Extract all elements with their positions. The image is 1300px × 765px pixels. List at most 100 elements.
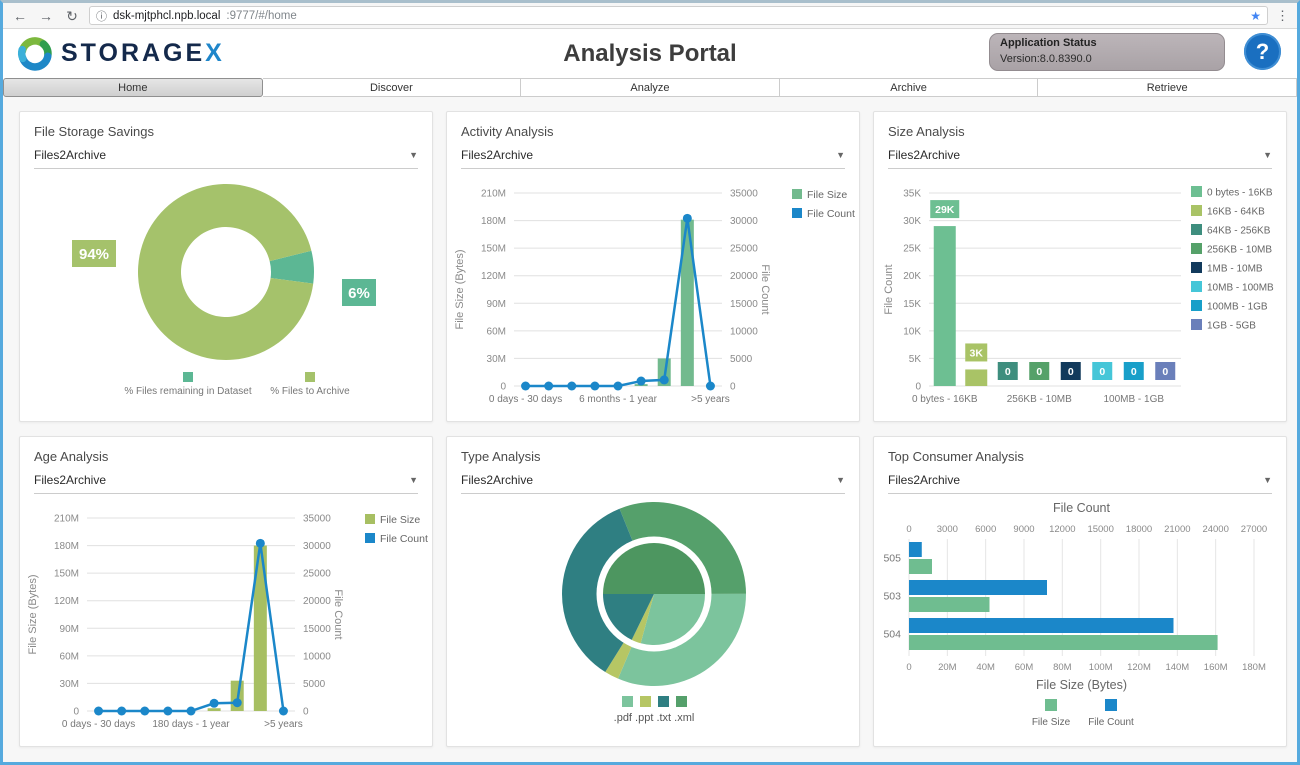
- size-analysis-chart: 05K10K15K20K25K30K35KFile Count29K3K0000…: [874, 169, 1286, 414]
- svg-text:256KB - 10MB: 256KB - 10MB: [1007, 394, 1072, 405]
- svg-text:0: 0: [1005, 366, 1011, 378]
- svg-text:30000: 30000: [730, 216, 758, 227]
- svg-text:File Size (Bytes): File Size (Bytes): [454, 249, 466, 329]
- dataset-dropdown[interactable]: Files2Archive ▼: [888, 148, 1272, 169]
- svg-text:6000: 6000: [975, 524, 996, 535]
- svg-text:80M: 80M: [1053, 662, 1072, 673]
- svg-text:10MB - 100MB: 10MB - 100MB: [1207, 283, 1274, 294]
- svg-text:10000: 10000: [730, 326, 758, 337]
- svg-text:9000: 9000: [1013, 524, 1034, 535]
- help-button[interactable]: ?: [1244, 33, 1281, 70]
- svg-text:0: 0: [1068, 366, 1074, 378]
- tab-archive[interactable]: Archive: [780, 78, 1039, 97]
- url-path: :9777/#/home: [226, 10, 296, 22]
- dataset-dropdown[interactable]: Files2Archive ▼: [461, 148, 845, 169]
- svg-text:150M: 150M: [54, 569, 79, 580]
- svg-text:File Count: File Count: [807, 208, 855, 220]
- browser-toolbar: ← → ↻ ⓘ dsk-mjtphcl.npb.local :9777/#/ho…: [3, 3, 1297, 29]
- svg-text:File Size (Bytes): File Size (Bytes): [1036, 678, 1127, 692]
- svg-text:File Size (Bytes): File Size (Bytes): [27, 574, 39, 654]
- svg-text:210M: 210M: [481, 189, 506, 200]
- svg-text:0 bytes - 16KB: 0 bytes - 16KB: [912, 394, 978, 405]
- svg-text:35K: 35K: [903, 189, 921, 200]
- svg-text:120M: 120M: [1127, 662, 1151, 673]
- svg-text:30M: 30M: [487, 354, 506, 365]
- svg-text:20000: 20000: [730, 271, 758, 282]
- logo-wordmark: STORAGEX: [61, 39, 225, 68]
- back-icon[interactable]: ←: [11, 9, 29, 23]
- svg-text:File Count: File Count: [380, 533, 428, 545]
- svg-text:30K: 30K: [903, 216, 921, 227]
- refresh-icon[interactable]: ↻: [63, 9, 81, 23]
- panel-type-analysis: Type Analysis Files2Archive ▼ .pdf .ppt …: [446, 436, 860, 747]
- type-analysis-chart: .pdf .ppt .txt .xml: [447, 494, 859, 739]
- svg-text:% Files remaining in Dataset: % Files remaining in Dataset: [124, 386, 251, 397]
- svg-text:5K: 5K: [909, 354, 922, 365]
- svg-text:25000: 25000: [730, 244, 758, 255]
- svg-text:180M: 180M: [54, 541, 79, 552]
- svg-text:3000: 3000: [937, 524, 958, 535]
- svg-text:0: 0: [73, 707, 79, 718]
- svg-text:5000: 5000: [730, 354, 753, 365]
- svg-text:180 days - 1 year: 180 days - 1 year: [152, 719, 230, 730]
- svg-text:File Count: File Count: [1088, 717, 1134, 728]
- svg-text:15000: 15000: [1087, 524, 1113, 535]
- svg-text:0: 0: [906, 662, 911, 673]
- svg-text:>5 years: >5 years: [264, 719, 303, 730]
- svg-text:100MB - 1GB: 100MB - 1GB: [1103, 394, 1164, 405]
- dashboard-content: File Storage Savings Files2Archive ▼ 94%…: [3, 97, 1297, 765]
- svg-text:12000: 12000: [1049, 524, 1075, 535]
- svg-text:100M: 100M: [1089, 662, 1113, 673]
- tab-analyze[interactable]: Analyze: [521, 78, 780, 97]
- svg-text:256KB - 10MB: 256KB - 10MB: [1207, 245, 1272, 256]
- address-bar[interactable]: ⓘ dsk-mjtphcl.npb.local :9777/#/home ★: [89, 6, 1268, 25]
- tab-retrieve[interactable]: Retrieve: [1038, 78, 1297, 97]
- panel-age-analysis: Age Analysis Files2Archive ▼ 0030M500060…: [19, 436, 433, 747]
- chevron-down-icon: ▼: [1263, 475, 1272, 485]
- svg-text:0: 0: [915, 382, 921, 393]
- svg-text:18000: 18000: [1126, 524, 1152, 535]
- svg-text:20K: 20K: [903, 271, 921, 282]
- svg-text:160M: 160M: [1204, 662, 1228, 673]
- svg-text:20000: 20000: [303, 596, 331, 607]
- panel-title: Activity Analysis: [447, 112, 859, 139]
- panel-title: Size Analysis: [874, 112, 1286, 139]
- svg-text:29K: 29K: [935, 204, 955, 216]
- chevron-down-icon: ▼: [836, 150, 845, 160]
- dataset-dropdown[interactable]: Files2Archive ▼: [888, 473, 1272, 494]
- forward-icon[interactable]: →: [37, 9, 55, 23]
- svg-text:0 days - 30 days: 0 days - 30 days: [62, 719, 135, 730]
- svg-text:0: 0: [906, 524, 911, 535]
- svg-text:120M: 120M: [481, 271, 506, 282]
- panel-title: Age Analysis: [20, 437, 432, 464]
- panel-title: File Storage Savings: [20, 112, 432, 139]
- svg-text:60M: 60M: [60, 651, 79, 662]
- page-info-icon[interactable]: ⓘ: [96, 8, 107, 24]
- panel-grid: File Storage Savings Files2Archive ▼ 94%…: [19, 111, 1281, 747]
- svg-text:15K: 15K: [903, 299, 921, 310]
- svg-text:File Size: File Size: [380, 514, 420, 526]
- svg-text:35000: 35000: [303, 514, 331, 525]
- dataset-dropdown[interactable]: Files2Archive ▼: [461, 473, 845, 494]
- svg-text:64KB - 256KB: 64KB - 256KB: [1207, 226, 1271, 237]
- svg-text:% Files to Archive: % Files to Archive: [270, 386, 350, 397]
- svg-text:0: 0: [1036, 366, 1042, 378]
- dataset-dropdown[interactable]: Files2Archive ▼: [34, 473, 418, 494]
- application-status-box: Application Status Version:8.0.8390.0: [989, 33, 1225, 71]
- svg-text:File Count: File Count: [759, 264, 771, 314]
- svg-text:15000: 15000: [303, 624, 331, 635]
- panel-file-storage-savings: File Storage Savings Files2Archive ▼ 94%…: [19, 111, 433, 422]
- dataset-dropdown[interactable]: Files2Archive ▼: [34, 148, 418, 169]
- svg-text:25K: 25K: [903, 244, 921, 255]
- app-header: STORAGEX Analysis Portal Application Sta…: [3, 29, 1297, 78]
- tab-discover[interactable]: Discover: [263, 78, 522, 97]
- panel-title: Top Consumer Analysis: [874, 437, 1286, 464]
- storagex-logo: STORAGEX: [15, 34, 225, 74]
- bookmark-star-icon[interactable]: ★: [1250, 9, 1261, 23]
- browser-menu-icon[interactable]: ⋮: [1276, 8, 1289, 24]
- svg-text:0: 0: [1162, 366, 1168, 378]
- chevron-down-icon: ▼: [409, 475, 418, 485]
- svg-text:File Count: File Count: [332, 589, 344, 639]
- tab-home[interactable]: Home: [3, 78, 263, 97]
- svg-text:0: 0: [303, 707, 309, 718]
